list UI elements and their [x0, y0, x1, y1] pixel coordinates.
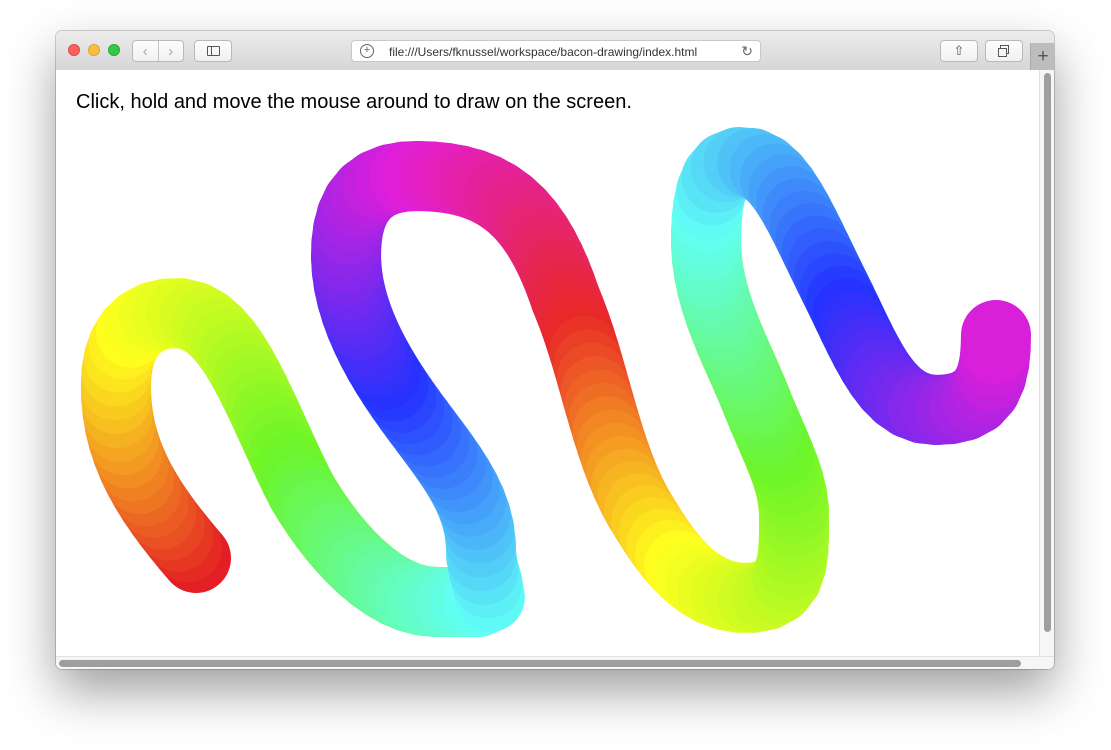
chevron-left-icon: ‹ — [142, 42, 148, 60]
title-bar: ‹ › + file:///Users/fknussel/workspace/b… — [56, 31, 1054, 71]
back-button[interactable]: ‹ — [133, 41, 159, 61]
horizontal-scrollbar[interactable] — [56, 656, 1054, 669]
drawing-canvas[interactable] — [56, 70, 1054, 669]
sidebar-toggle-button[interactable] — [194, 40, 232, 62]
show-tabs-button[interactable] — [985, 40, 1023, 62]
page-content[interactable]: Click, hold and move the mouse around to… — [56, 70, 1054, 669]
url-text[interactable]: file:///Users/fknussel/workspace/bacon-d… — [389, 45, 697, 59]
sidebar-icon — [207, 46, 220, 56]
vertical-scroll-thumb[interactable] — [1044, 73, 1051, 632]
vertical-scrollbar[interactable] — [1039, 70, 1054, 656]
horizontal-scroll-thumb[interactable] — [59, 660, 1021, 667]
add-bookmark-icon[interactable]: + — [360, 44, 374, 58]
chevron-right-icon: › — [168, 42, 174, 60]
minimize-window-button[interactable] — [88, 44, 100, 56]
close-window-button[interactable] — [68, 44, 80, 56]
reload-icon[interactable]: ↻ — [741, 43, 753, 59]
navigation-buttons: ‹ › — [132, 40, 184, 62]
instruction-text: Click, hold and move the mouse around to… — [76, 91, 632, 113]
share-icon: ⇧ — [953, 43, 965, 58]
maximize-window-button[interactable] — [108, 44, 120, 56]
share-button[interactable]: ⇧ — [940, 40, 978, 62]
address-bar[interactable]: + file:///Users/fknussel/workspace/bacon… — [351, 40, 761, 62]
forward-button[interactable]: › — [159, 41, 184, 61]
browser-window: ‹ › + file:///Users/fknussel/workspace/b… — [56, 31, 1054, 669]
new-tab-button[interactable]: + — [1030, 43, 1054, 70]
